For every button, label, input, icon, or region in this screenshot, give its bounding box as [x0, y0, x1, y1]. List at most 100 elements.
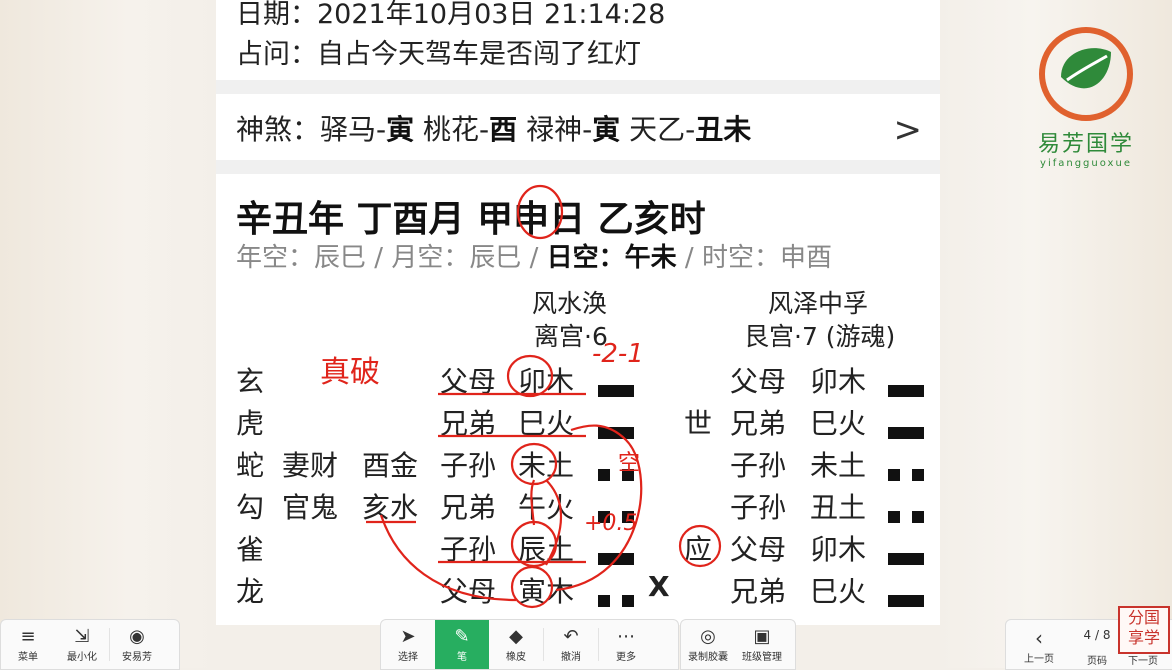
- yao-rel: 兄弟: [440, 407, 497, 440]
- shensha-label: 神煞：: [236, 113, 321, 146]
- cursor-button[interactable]: ➤ 选择: [381, 620, 435, 669]
- yao-c-rel: 父母: [730, 533, 787, 566]
- next-page-button[interactable]: 下一页: [1128, 652, 1158, 667]
- yao-shiying: 应: [684, 533, 713, 566]
- yao-c-rel: 子孙: [730, 491, 787, 524]
- yao-c-rel: 父母: [730, 365, 787, 398]
- yao-rel: 父母: [440, 365, 497, 398]
- prev-page-button[interactable]: ‹ 上一页: [1014, 626, 1064, 665]
- toolbar-right: ◎ 录制胶囊 ▣ 班级管理: [680, 619, 796, 670]
- yin-line: [888, 469, 924, 481]
- yao-c-rel: 兄弟: [730, 407, 787, 440]
- yin-line: [888, 511, 924, 523]
- yin-line: [598, 511, 634, 523]
- main-gua-palace: 离宫·6: [534, 322, 608, 351]
- yao-c-zhi: 巳火: [810, 575, 867, 608]
- yao-fu-rel: 官鬼: [282, 491, 339, 524]
- toolbar-label: 录制胶囊: [688, 652, 728, 663]
- pen-icon: ✎: [454, 626, 470, 647]
- pen-button[interactable]: ✎ 笔: [435, 620, 489, 669]
- app-logo-button[interactable]: ◉ 安易芳: [110, 620, 164, 669]
- page-number[interactable]: 4 / 8: [1072, 628, 1122, 642]
- menu-icon: ≡: [20, 626, 36, 647]
- minimize-icon: ⇲: [74, 626, 90, 647]
- changed-gua-palace: 艮宫·7 (游魂): [744, 322, 896, 351]
- yao-god: 蛇: [236, 449, 265, 482]
- yao-row: 蛇妻财 酉金 子孙 未土 子孙 未土: [216, 444, 940, 484]
- yao-zhi: 卯木: [518, 365, 575, 398]
- eraser-icon: ◆: [509, 626, 523, 647]
- yao-row: 虎兄弟 巳火世兄弟 巳火: [216, 402, 940, 442]
- main-yao-line: [598, 583, 634, 616]
- toolbar-label: 菜单: [18, 652, 38, 663]
- yao-c-zhi: 巳火: [810, 407, 867, 440]
- yao-zhi: 未土: [518, 449, 575, 482]
- record-button[interactable]: ◎ 录制胶囊: [681, 620, 735, 669]
- yang-line: [888, 595, 924, 607]
- yao-row: 玄父母 卯木 父母 卯木: [216, 360, 940, 400]
- yao-zhi: 巳火: [518, 407, 575, 440]
- toolbar-left: ≡ 菜单 ⇲ 最小化 ◉ 安易芳: [0, 619, 180, 670]
- yao-c-zhi: 卯木: [810, 365, 867, 398]
- yao-rel: 兄弟: [440, 491, 497, 524]
- yao-zhi: 午火: [518, 491, 575, 524]
- yao-god: 虎: [236, 407, 265, 440]
- yao-fu-zhi: 亥水: [362, 491, 419, 524]
- toolbar-label: 班级管理: [742, 652, 782, 663]
- yao-row: 龙 父母 寅木 兄弟 巳火 X: [216, 570, 940, 610]
- chevron-left-icon: ‹: [1035, 626, 1043, 650]
- class-manage-icon: ▣: [753, 626, 771, 647]
- background-left: [0, 0, 216, 668]
- toolbar-label: 更多: [616, 652, 636, 663]
- toolbar-label: 笔: [457, 652, 467, 663]
- main-gua-name: 风水涣: [532, 289, 608, 318]
- yao-rel: 父母: [440, 575, 497, 608]
- yao-row: 雀 子孙 辰土 应父母 卯木: [216, 528, 940, 568]
- class-manage-button[interactable]: ▣ 班级管理: [735, 620, 789, 669]
- record-icon: ◎: [700, 626, 716, 647]
- yang-line: [598, 385, 634, 397]
- divider: [216, 160, 940, 174]
- eraser-button[interactable]: ◆ 橡皮: [489, 620, 543, 669]
- yao-zhi: 辰土: [518, 533, 575, 566]
- yao-god: 玄: [236, 365, 265, 398]
- more-icon: ⋯: [617, 626, 635, 647]
- toolbar-label: 安易芳: [122, 652, 152, 663]
- yang-line: [888, 385, 924, 397]
- changed-yao-line: [888, 583, 924, 616]
- yang-line: [888, 427, 924, 439]
- yao-c-zhi: 未土: [810, 449, 867, 482]
- yao-shiying: 世: [684, 407, 713, 440]
- yang-line: [598, 553, 634, 565]
- toolbar-label: 选择: [398, 652, 418, 663]
- brand-logo: 易芳国学 yifangguoxue: [1026, 22, 1146, 172]
- shensha-row[interactable]: 神煞：驿马-寅 桃花-酉 禄神-寅 天乙-丑未: [236, 108, 751, 148]
- yao-rel: 子孙: [440, 449, 497, 482]
- minimize-button[interactable]: ⇲ 最小化: [55, 620, 109, 669]
- yao-c-rel: 子孙: [730, 449, 787, 482]
- logo-subtitle: yifangguoxue: [1040, 158, 1132, 169]
- yao-c-zhi: 卯木: [810, 533, 867, 566]
- yao-zhi: 寅木: [518, 575, 575, 608]
- yao-row: 勾官鬼 亥水 兄弟 午火 子孙 丑土: [216, 486, 940, 526]
- more-button[interactable]: ⋯ 更多: [599, 620, 653, 669]
- yao-rel: 子孙: [440, 533, 497, 566]
- cursor-icon: ➤: [400, 626, 416, 647]
- menu-button[interactable]: ≡ 菜单: [1, 620, 55, 669]
- yang-line: [888, 553, 924, 565]
- yao-god: 龙: [236, 575, 265, 608]
- divider: [216, 80, 940, 94]
- logo-name: 易芳国学: [1037, 132, 1134, 157]
- moving-mark: X: [648, 570, 670, 603]
- date-line: 日期：2021年10月03日 21:14:28: [236, 0, 666, 30]
- yao-god: 勾: [236, 491, 265, 524]
- undo-button[interactable]: ↶ 撤消: [544, 620, 598, 669]
- void-line: 年空：辰巳 / 月空：辰巳 / 日空：午未 / 时空：申酉: [236, 243, 832, 273]
- yang-line: [598, 427, 634, 439]
- toolbar-label: 最小化: [67, 652, 97, 663]
- yao-fu-zhi: 酉金: [362, 449, 419, 482]
- yao-fu-rel: 妻财: [282, 449, 339, 482]
- app-logo-icon: ◉: [129, 626, 145, 647]
- question-line: 占问：自占今天驾车是否闯了红灯: [236, 39, 641, 70]
- chevron-right-icon[interactable]: >: [894, 110, 923, 150]
